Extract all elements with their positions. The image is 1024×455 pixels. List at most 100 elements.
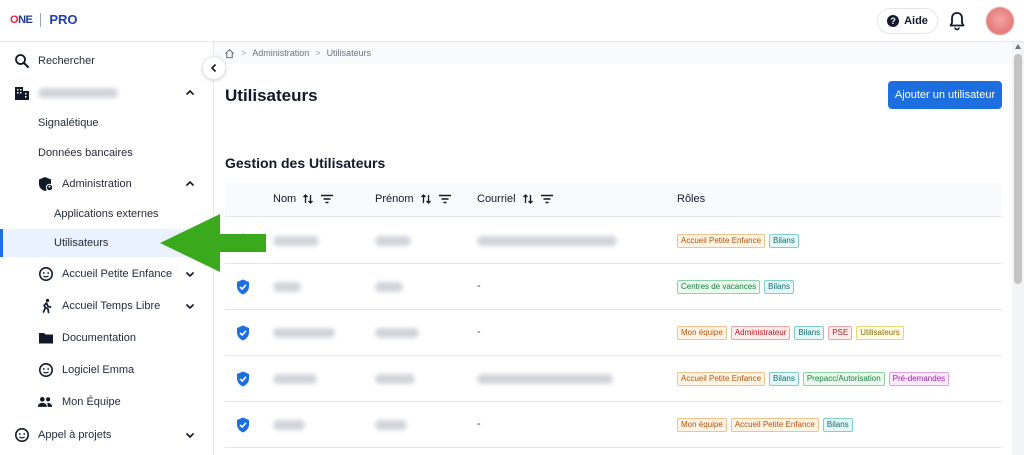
prenom-redacted	[375, 236, 411, 246]
role-tag: Bilans	[764, 280, 794, 294]
filter-icon[interactable]	[320, 193, 334, 205]
sidebar-item-label: Applications externes	[54, 208, 159, 220]
column-label: Courriel	[477, 193, 516, 205]
sidebar-item-mon-equipe[interactable]: Mon Équipe	[0, 388, 214, 416]
column-header-roles: Rôles	[677, 193, 705, 205]
chevron-down-icon[interactable]	[184, 429, 196, 441]
column-header-nom[interactable]: Nom	[273, 193, 334, 205]
sidebar-item-logiciel-emma[interactable]: Logiciel Emma	[0, 356, 214, 384]
sidebar-item-label: Administration	[62, 178, 132, 190]
nom-redacted	[273, 420, 305, 430]
logo[interactable]: ONE PRO	[10, 12, 78, 27]
column-label: Prénom	[375, 193, 414, 205]
nom-redacted	[273, 328, 335, 338]
courriel-cell: -	[477, 280, 481, 292]
baby-face-icon	[39, 267, 53, 281]
breadcrumb-utilisateurs: Utilisateurs	[326, 48, 372, 58]
role-tag: PSE	[828, 326, 853, 340]
sidebar-item-accueil-temps-libre[interactable]: Accueil Temps Libre	[0, 292, 214, 320]
prenom-redacted	[375, 374, 415, 384]
sidebar-item-label: Utilisateurs	[54, 237, 109, 249]
column-header-courriel[interactable]: Courriel	[477, 193, 554, 205]
role-tag: Mon équipe	[677, 326, 727, 340]
filter-icon[interactable]	[438, 193, 452, 205]
establishment-name-redacted	[38, 88, 118, 98]
table-row[interactable]: - Mon équipe Accueil Petite Enfance Bila…	[225, 402, 1002, 448]
column-header-prenom[interactable]: Prénom	[375, 193, 452, 205]
shield-check-icon	[237, 279, 249, 295]
avatar[interactable]	[986, 7, 1014, 35]
group-icon	[37, 397, 53, 407]
collapse-sidebar-button[interactable]	[202, 56, 226, 80]
chevron-down-icon[interactable]	[184, 300, 196, 312]
roles-cell: Accueil Petite Enfance Bilans	[677, 234, 799, 248]
sidebar-item-label: Appel à projets	[38, 429, 112, 441]
table-row[interactable]: - Mon équipe Administrateur Bilans PSE U…	[225, 310, 1002, 356]
add-user-button[interactable]: Ajouter un utilisateur	[888, 81, 1002, 109]
roles-cell: Mon équipe Accueil Petite Enfance Bilans	[677, 418, 853, 432]
role-tag: Accueil Petite Enfance	[730, 418, 819, 432]
column-label: Nom	[273, 193, 297, 205]
role-tag: Pré-demandes	[888, 372, 950, 386]
courriel-cell: -	[477, 326, 481, 338]
breadcrumb-separator-icon: >	[241, 48, 247, 58]
roles-cell: Accueil Petite Enfance Bilans Prepacc/Au…	[677, 372, 950, 386]
running-person-icon	[42, 298, 52, 314]
sidebar-item-appel-a-projets[interactable]: Appel à projets	[0, 421, 214, 449]
roles-cell: Centres de vacances Bilans	[677, 280, 794, 294]
sidebar-item-search[interactable]: Rechercher	[0, 47, 214, 75]
role-tag: Bilans	[769, 372, 799, 386]
role-tag: Utilisateurs	[856, 326, 904, 340]
chevron-left-icon	[210, 63, 217, 73]
role-tag: Accueil Petite Enfance	[677, 372, 766, 386]
role-tag: Administrateur	[730, 326, 791, 340]
sidebar-item-label: Accueil Petite Enfance	[62, 268, 173, 280]
table-row[interactable]: Accueil Petite Enfance Bilans Prepacc/Au…	[225, 356, 1002, 402]
scroll-up-icon[interactable]	[1015, 44, 1021, 49]
content-panel: Utilisateurs Ajouter un utilisateur Gest…	[214, 64, 1012, 455]
breadcrumb-separator-icon: >	[315, 48, 321, 58]
filter-icon[interactable]	[540, 193, 554, 205]
sidebar-item-establishment[interactable]	[0, 79, 214, 107]
table-row[interactable]: Accueil Petite Enfance Bilans	[225, 218, 1002, 264]
question-icon: ?	[887, 15, 900, 27]
sidebar-item-label: Mon Équipe	[62, 396, 121, 408]
breadcrumb-administration[interactable]: Administration	[252, 48, 309, 58]
sidebar-item-label: Rechercher	[38, 55, 95, 67]
chevron-up-icon[interactable]	[184, 87, 196, 99]
home-icon[interactable]	[224, 48, 235, 59]
top-header: ONE PRO ? Aide	[0, 0, 1024, 42]
prenom-redacted	[375, 282, 403, 292]
sort-icon[interactable]	[522, 193, 534, 205]
search-icon	[15, 54, 29, 68]
page-title: Utilisateurs	[225, 86, 318, 105]
role-tag: Accueil Petite Enfance	[677, 234, 766, 248]
sidebar-item-administration[interactable]: Administration	[0, 170, 214, 198]
shield-check-icon	[237, 417, 249, 433]
sidebar-item-signaletique[interactable]: Signalétique	[0, 109, 214, 137]
scroll-thumb[interactable]	[1014, 54, 1022, 284]
main-area: > Administration > Utilisateurs Utilisat…	[214, 42, 1012, 455]
building-icon	[15, 87, 29, 100]
chevron-up-icon[interactable]	[184, 178, 196, 190]
sidebar-item-documentation[interactable]: Documentation	[0, 324, 214, 352]
sidebar-item-donnees-bancaires[interactable]: Données bancaires	[0, 139, 214, 167]
baby-face-icon	[15, 428, 29, 442]
sort-icon[interactable]	[420, 193, 432, 205]
courriel-redacted	[477, 374, 613, 384]
column-label: Rôles	[677, 193, 706, 205]
shield-check-icon	[237, 325, 249, 341]
help-button[interactable]: ? Aide	[877, 8, 938, 34]
table-row[interactable]: - Centres de vacances Bilans	[225, 264, 1002, 310]
sidebar-item-label: Accueil Temps Libre	[62, 300, 161, 312]
sort-icon[interactable]	[302, 193, 314, 205]
roles-cell: Mon équipe Administrateur Bilans PSE Uti…	[677, 326, 904, 340]
page-scrollbar[interactable]	[1012, 42, 1024, 455]
courriel-redacted	[477, 236, 617, 246]
breadcrumb: > Administration > Utilisateurs	[224, 46, 371, 60]
shield-check-icon	[237, 371, 249, 387]
bell-icon[interactable]	[948, 11, 966, 31]
sidebar-item-label: Logiciel Emma	[62, 364, 135, 376]
role-tag: Bilans	[822, 418, 853, 432]
annotation-arrow-icon	[160, 214, 266, 272]
